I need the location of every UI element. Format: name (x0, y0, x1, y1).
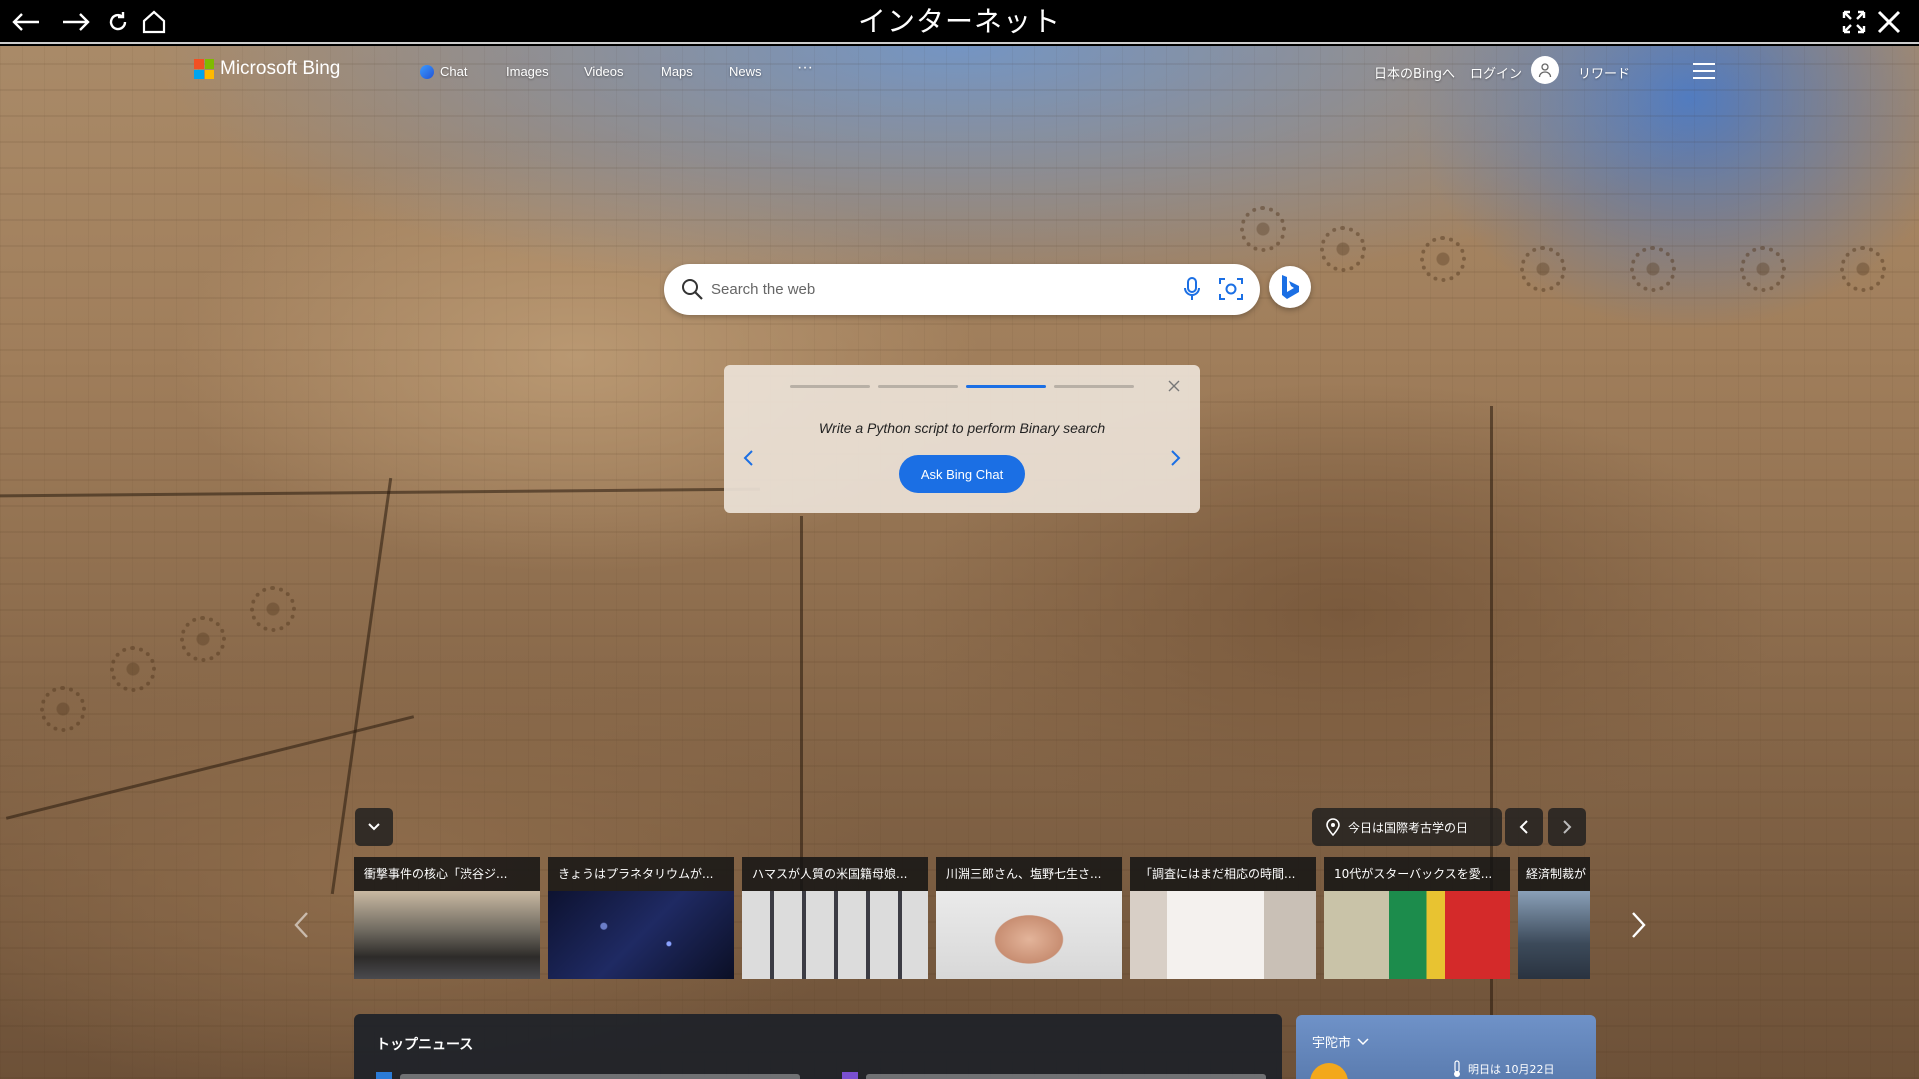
chevron-right-icon (1632, 912, 1646, 938)
news-card[interactable]: 経済制裁が (1518, 857, 1590, 979)
news-bullet-icon (842, 1072, 858, 1079)
chevron-right-icon (1563, 820, 1572, 834)
microsoft-logo-icon (194, 59, 214, 79)
carousel-indicator[interactable] (790, 385, 870, 388)
next-image-button[interactable] (1548, 808, 1586, 846)
news-card[interactable]: きょうはプラネタリウムが... (548, 857, 734, 979)
chat-suggestion-card: Write a Python script to perform Binary … (724, 365, 1200, 513)
news-caption: きょうはプラネタリウムが... (548, 857, 734, 891)
chevron-left-icon (1519, 820, 1528, 834)
top-news-panel: トップニュース (354, 1014, 1282, 1079)
notice-photo (1130, 891, 1316, 979)
fullscreen-icon[interactable] (1836, 4, 1872, 40)
nav-chat-label: Chat (440, 64, 468, 79)
news-card[interactable]: 川淵三郎さん、塩野七生さ... (936, 857, 1122, 979)
thermometer-icon (1454, 1060, 1460, 1077)
chevron-down-icon (1357, 1037, 1369, 1045)
news-card[interactable]: ハマスが人質の米国籍母娘... (742, 857, 928, 979)
top-news-title: トップニュース (376, 1037, 474, 1053)
browser-title-bar: インターネット (0, 0, 1919, 44)
carousel-indicator-active[interactable] (966, 385, 1046, 388)
news-card[interactable]: 衝撃事件の核心「渋谷ジ... (354, 857, 540, 979)
portrait-photo (936, 891, 1122, 979)
location-pin-icon (1326, 818, 1340, 836)
previous-image-button[interactable] (1505, 808, 1543, 846)
ask-bing-chat-button[interactable]: Ask Bing Chat (899, 455, 1025, 493)
weather-location-label: 宇陀市 (1312, 1036, 1352, 1051)
news-caption: 10代がスターバックスを愛... (1324, 857, 1510, 891)
nav-images[interactable]: Images (506, 64, 549, 79)
news-prev-arrow[interactable] (292, 910, 310, 944)
rewards-link[interactable]: リワード (1578, 63, 1630, 82)
close-icon[interactable] (1168, 377, 1180, 396)
news-headline-blurred[interactable] (400, 1074, 800, 1079)
microphone-icon[interactable] (1182, 276, 1202, 306)
news-caption: 衝撃事件の核心「渋谷ジ... (354, 857, 540, 891)
nav-chat[interactable]: Chat (420, 64, 467, 79)
nav-news[interactable]: News (729, 64, 762, 79)
chevron-left-icon[interactable] (742, 449, 754, 471)
search-icon (680, 277, 704, 305)
close-icon[interactable] (1871, 4, 1907, 40)
crowd-photo (354, 891, 540, 979)
news-headline-blurred[interactable] (866, 1074, 1266, 1079)
city-photo (1518, 891, 1590, 979)
fashion-photo (1324, 891, 1510, 979)
carousel-indicator[interactable] (1054, 385, 1134, 388)
hostage-photos (742, 891, 928, 979)
news-card[interactable]: 10代がスターバックスを愛... (1324, 857, 1510, 979)
nav-maps[interactable]: Maps (661, 64, 693, 79)
bing-chat-orb-icon[interactable] (1269, 266, 1311, 308)
news-caption: 川淵三郎さん、塩野七生さ... (936, 857, 1122, 891)
region-link[interactable]: 日本のBingへ (1374, 63, 1455, 82)
news-next-arrow[interactable] (1630, 910, 1648, 944)
avatar-icon[interactable] (1531, 56, 1559, 84)
bing-header: Microsoft Bing Chat Images Videos Maps N… (0, 46, 1919, 96)
news-caption: 「調査にはまだ相応の時間... (1130, 857, 1316, 891)
weather-widget[interactable]: 宇陀市 明日は 10月22日 (1296, 1015, 1596, 1079)
bing-logo[interactable]: Microsoft Bing (194, 58, 340, 80)
news-caption: 経済制裁が (1518, 857, 1590, 891)
news-caption: ハマスが人質の米国籍母娘... (742, 857, 928, 891)
news-card[interactable]: 「調査にはまだ相応の時間... (1130, 857, 1316, 979)
suggestion-text: Write a Python script to perform Binary … (818, 420, 1106, 436)
search-input[interactable] (711, 274, 1151, 304)
collapse-feed-button[interactable] (355, 808, 393, 846)
news-bullet-icon (376, 1072, 392, 1079)
weather-forecast: 明日は 10月22日 (1468, 1063, 1555, 1076)
nav-videos[interactable]: Videos (584, 64, 624, 79)
logo-text: Microsoft Bing (220, 58, 341, 79)
search-box[interactable] (664, 264, 1260, 315)
fact-label: 今日は国際考古学の日 (1348, 820, 1469, 835)
visual-search-icon[interactable] (1218, 276, 1244, 306)
weather-location[interactable]: 宇陀市 (1312, 1032, 1369, 1051)
carousel-indicator[interactable] (878, 385, 958, 388)
hamburger-menu-icon[interactable] (1693, 63, 1715, 79)
planetarium-photo (548, 891, 734, 979)
chevron-down-icon (368, 823, 380, 831)
chevron-right-icon[interactable] (1170, 449, 1182, 471)
sun-icon (1310, 1063, 1348, 1079)
nav-more[interactable]: ··· (797, 59, 813, 77)
login-link[interactable]: ログイン (1470, 63, 1522, 82)
chat-icon (420, 64, 434, 79)
chevron-left-icon (294, 912, 308, 938)
window-title: インターネット (857, 5, 1061, 38)
image-fact-pill[interactable]: 今日は国際考古学の日 (1312, 808, 1502, 846)
